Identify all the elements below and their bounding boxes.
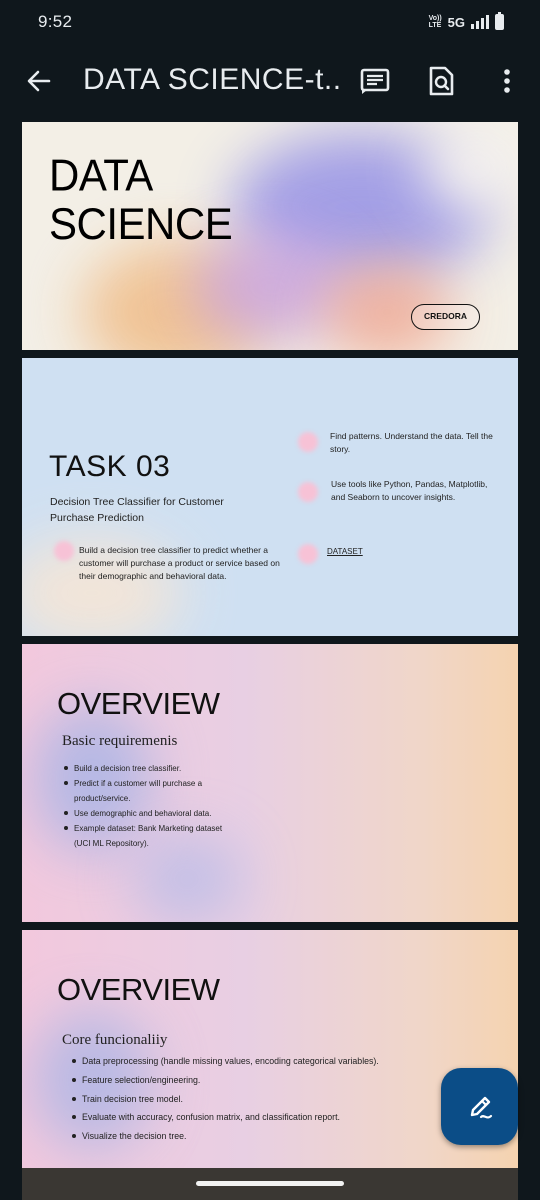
functionality-list: Data preprocessing (handle missing value… [72, 1052, 379, 1146]
slide-2[interactable]: TASK 03 Decision Tree Classifier for Cus… [22, 358, 518, 636]
list-item: (UCI ML Repository). [74, 839, 149, 848]
dataset-link[interactable]: DATASET [327, 545, 363, 558]
list-item: Train decision tree model. [72, 1090, 379, 1109]
task-point-1: Find patterns. Understand the data. Tell… [330, 431, 493, 454]
document-title: DATA SCIENCE-t... [83, 63, 343, 96]
status-bar: 9:52 Vo)) LTE 5G [0, 0, 540, 44]
volte-icon: Vo)) LTE [428, 15, 442, 29]
signal-icon [471, 15, 489, 29]
overview-subtitle: Core funcionaliiy [62, 1032, 168, 1048]
list-item: Example dataset: Bank Marketing dataset [64, 821, 222, 836]
clock: 9:52 [38, 12, 73, 31]
edit-button[interactable] [441, 1068, 518, 1145]
slide-3[interactable]: OVERVIEW Basic requiremenis Build a deci… [22, 644, 518, 922]
credora-badge: CREDORA [411, 304, 480, 330]
overview-title: OVERVIEW [57, 972, 220, 1007]
task-description: Build a decision tree classifier to pred… [79, 545, 280, 581]
arrow-left-icon[interactable] [22, 64, 56, 98]
requirements-list: Build a decision tree classifier. Predic… [64, 761, 222, 851]
bullet-dot [54, 541, 74, 561]
slide-title: DATA SCIENCE [49, 150, 233, 249]
system-icons: Vo)) LTE 5G [429, 12, 504, 32]
bullet-dot [298, 432, 318, 452]
task-title: TASK 03 [49, 450, 171, 483]
list-item: Use demographic and behavioral data. [64, 806, 222, 821]
slide-1[interactable]: DATA SCIENCE CREDORA [22, 122, 518, 350]
edit-pen-icon [470, 1096, 492, 1119]
list-item: Evaluate with accuracy, confusion matrix… [72, 1108, 379, 1127]
list-item: Build a decision tree classifier. [64, 761, 222, 776]
app-bar: DATA SCIENCE-t... [0, 44, 540, 122]
battery-icon [495, 12, 504, 30]
list-item: Visualize the decision tree. [72, 1127, 379, 1146]
network-type: 5G [447, 14, 465, 30]
overview-subtitle: Basic requiremenis [62, 733, 178, 749]
list-item: Predict if a customer will purchase a [64, 776, 222, 791]
bullet-dot [298, 544, 318, 564]
list-item: Feature selection/engineering. [72, 1071, 379, 1090]
speaker-notes-icon[interactable] [358, 64, 392, 98]
bullet-dot [298, 482, 318, 502]
find-in-page-icon[interactable] [424, 64, 458, 98]
task-subtitle: Decision Tree Classifier for Customer Pu… [50, 496, 224, 524]
task-point-2: Use tools like Python, Pandas, Matplotli… [331, 479, 488, 502]
overview-title: OVERVIEW [57, 686, 220, 721]
more-vert-icon[interactable] [490, 64, 524, 98]
home-gesture-bar[interactable] [196, 1181, 344, 1186]
list-item: product/service. [74, 794, 131, 803]
list-item: Data preprocessing (handle missing value… [72, 1052, 379, 1071]
